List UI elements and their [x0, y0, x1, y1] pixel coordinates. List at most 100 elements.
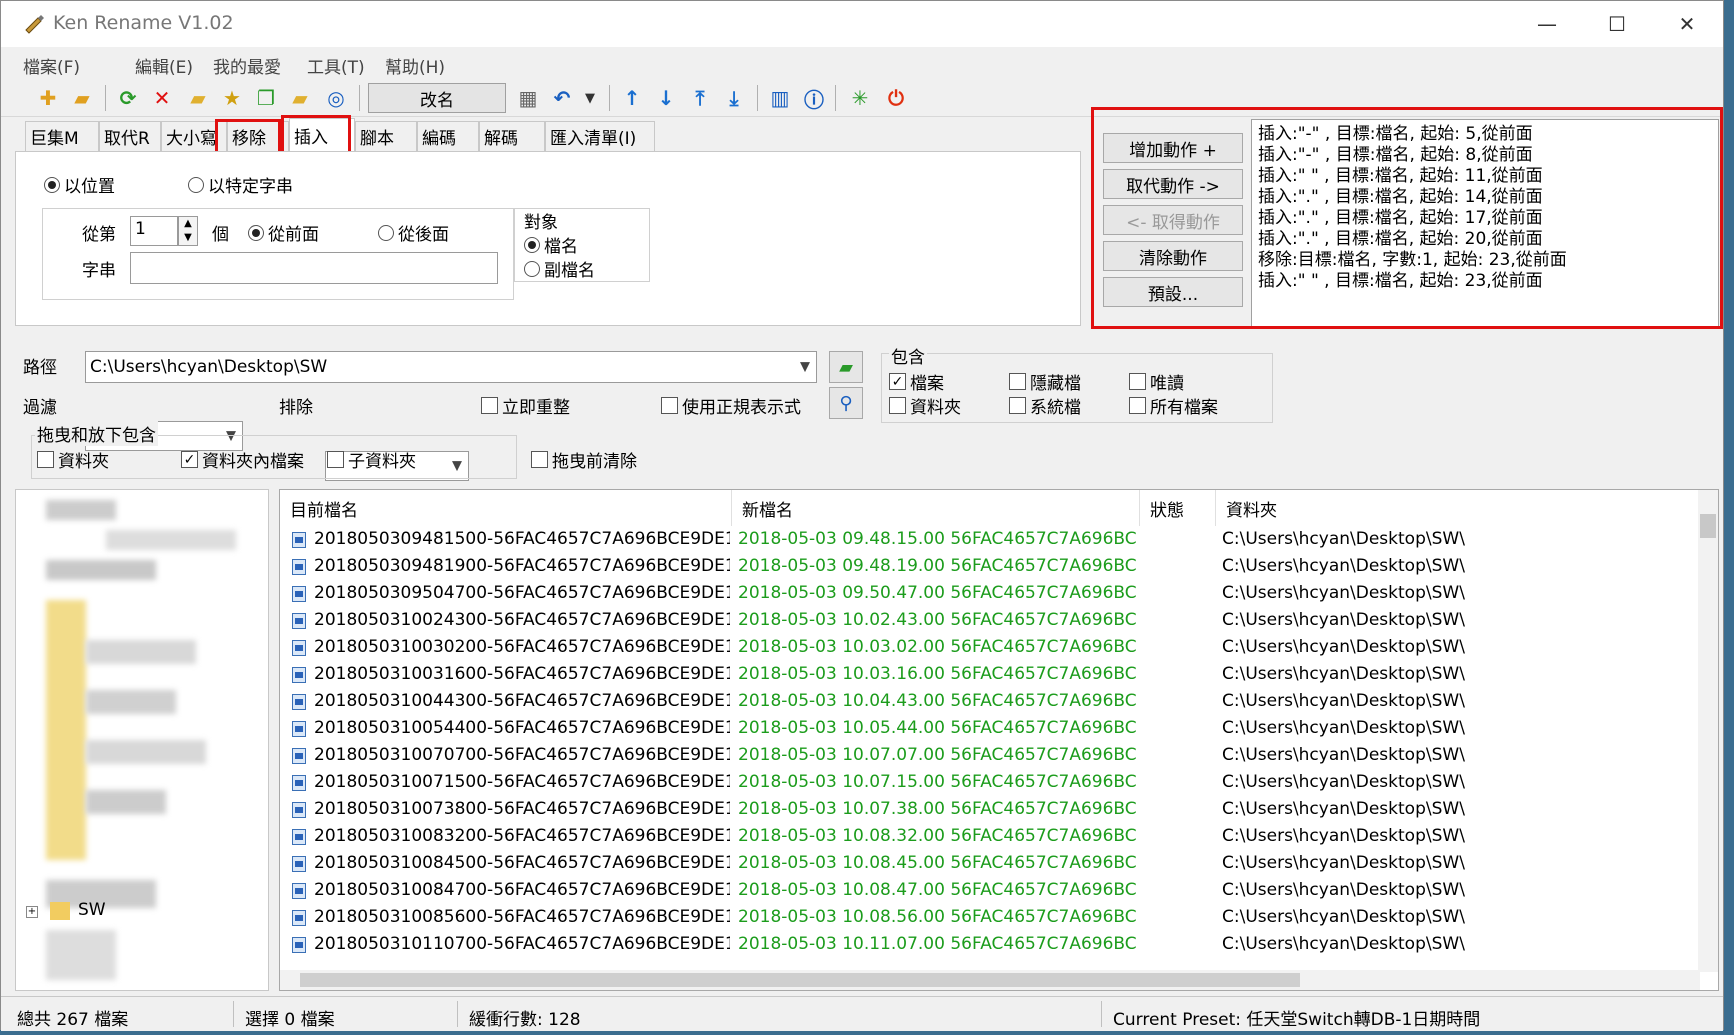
- tab-decode[interactable]: 解碼: [479, 121, 545, 151]
- table-row[interactable]: 2018050310031600-56FAC4657C7A696BCE9DE14…: [280, 661, 1700, 688]
- info-icon[interactable]: ⓘ: [801, 85, 827, 112]
- minimize-button[interactable]: —: [1512, 1, 1582, 47]
- include-system-checkbox[interactable]: 系統檔: [1009, 393, 1081, 418]
- table-row[interactable]: 2018050310085600-56FAC4657C7A696BCE9DE14…: [280, 904, 1700, 931]
- action-item[interactable]: 移除:目標:檔名, 字數:1, 起始: 23,從前面: [1258, 250, 1712, 271]
- action-item[interactable]: 插入:"." , 目標:檔名, 起始: 14,從前面: [1258, 187, 1712, 208]
- dragdrop-files-in-folder-checkbox[interactable]: ✓ 資料夾內檔案: [181, 447, 304, 472]
- include-files-checkbox[interactable]: ✓ 檔案: [889, 369, 944, 394]
- radio-target-extension[interactable]: 副檔名: [524, 256, 595, 281]
- menu-favorites[interactable]: 我的最愛: [213, 53, 281, 78]
- table-row[interactable]: 2018050310073800-56FAC4657C7A696BCE9DE14…: [280, 796, 1700, 823]
- close-button[interactable]: ✕: [1652, 1, 1722, 47]
- move-top-icon[interactable]: ⤒: [687, 85, 713, 111]
- browse-folder-icon[interactable]: ▰: [829, 351, 863, 383]
- table-row[interactable]: 2018050310054400-56FAC4657C7A696BCE9DE14…: [280, 715, 1700, 742]
- favorite-star-icon[interactable]: ★: [219, 85, 245, 111]
- action-item[interactable]: 插入:" " , 目標:檔名, 起始: 11,從前面: [1258, 166, 1712, 187]
- dragdrop-folder-checkbox[interactable]: 資料夾: [37, 447, 109, 472]
- radio-by-position[interactable]: 以位置: [44, 172, 115, 197]
- menu-edit[interactable]: 編輯(E): [135, 53, 193, 78]
- move-up-icon[interactable]: ↑: [619, 85, 645, 111]
- tab-remove[interactable]: 移除: [227, 121, 289, 151]
- table-row[interactable]: 2018050310084500-56FAC4657C7A696BCE9DE14…: [280, 850, 1700, 877]
- table-row[interactable]: 2018050310083200-56FAC4657C7A696BCE9DE14…: [280, 823, 1700, 850]
- column-header-status[interactable]: 狀態: [1140, 490, 1216, 526]
- get-action-button[interactable]: <- 取得動作: [1103, 205, 1243, 235]
- clear-actions-button[interactable]: 清除動作: [1103, 241, 1243, 271]
- scroll-thumb[interactable]: [1700, 514, 1716, 538]
- action-item[interactable]: 插入:"-" , 目標:檔名, 起始: 5,從前面: [1258, 124, 1712, 145]
- menu-file[interactable]: 檔案(F): [23, 53, 80, 78]
- dragdrop-subfolder-checkbox[interactable]: 子資料夾: [327, 447, 416, 472]
- radio-target-filename[interactable]: 檔名: [524, 232, 578, 257]
- table-row[interactable]: 2018050310084700-56FAC4657C7A696BCE9DE14…: [280, 877, 1700, 904]
- action-item[interactable]: 插入:" " , 目標:檔名, 起始: 23,從前面: [1258, 271, 1712, 292]
- columns-icon[interactable]: ▥: [767, 85, 793, 111]
- column-header-folder[interactable]: 資料夾: [1216, 490, 1700, 526]
- vertical-scrollbar[interactable]: [1698, 490, 1718, 972]
- tab-replace[interactable]: 取代R: [99, 121, 161, 151]
- table-row[interactable]: 2018050310024300-56FAC4657C7A696BCE9DE14…: [280, 607, 1700, 634]
- action-list[interactable]: 插入:"-" , 目標:檔名, 起始: 5,從前面 插入:"-" , 目標:檔名…: [1251, 119, 1719, 327]
- rename-button[interactable]: 改名: [368, 83, 506, 113]
- delete-icon[interactable]: ✕: [149, 85, 175, 111]
- power-icon[interactable]: ⏻: [883, 85, 909, 111]
- radio-from-front[interactable]: 從前面: [248, 220, 319, 245]
- folder-tree[interactable]: + SW: [15, 489, 269, 991]
- action-item[interactable]: 插入:"." , 目標:檔名, 起始: 20,從前面: [1258, 229, 1712, 250]
- string-input[interactable]: [130, 252, 498, 284]
- tab-import-list[interactable]: 匯入清單(I): [545, 121, 655, 151]
- action-item[interactable]: 插入:"-" , 目標:檔名, 起始: 8,從前面: [1258, 145, 1712, 166]
- table-row[interactable]: 2018050310071500-56FAC4657C7A696BCE9DE14…: [280, 769, 1700, 796]
- include-folders-checkbox[interactable]: 資料夾: [889, 393, 961, 418]
- radio-by-string[interactable]: 以特定字串: [188, 172, 293, 197]
- random-icon[interactable]: ✳: [847, 85, 873, 111]
- table-row[interactable]: 2018050309481500-56FAC4657C7A696BCE9DE14…: [280, 526, 1700, 553]
- folder-open-icon[interactable]: ▰: [287, 85, 313, 111]
- title-bar[interactable]: Ken Rename V1.02 — ☐ ✕: [1, 1, 1723, 47]
- move-bottom-icon[interactable]: ⤓: [721, 85, 747, 111]
- new-icon[interactable]: ✚: [35, 85, 61, 111]
- tab-encode[interactable]: 編碼: [417, 121, 479, 151]
- search-icon[interactable]: ⚲: [829, 387, 863, 419]
- path-combo[interactable]: C:\Users\hcyan\Desktop\SW ▼: [85, 351, 817, 383]
- open-folder-icon[interactable]: ▰: [69, 85, 95, 111]
- folder-icon[interactable]: ▰: [185, 85, 211, 111]
- position-input[interactable]: 1: [130, 216, 178, 246]
- scroll-thumb[interactable]: [300, 973, 1300, 987]
- column-header-new[interactable]: 新檔名: [732, 490, 1140, 526]
- menu-tools[interactable]: 工具(T): [307, 53, 365, 78]
- position-spinner[interactable]: ▲ ▼: [178, 216, 198, 246]
- table-row[interactable]: 2018050310044300-56FAC4657C7A696BCE9DE14…: [280, 688, 1700, 715]
- table-row[interactable]: 2018050310070700-56FAC4657C7A696BCE9DE14…: [280, 742, 1700, 769]
- use-regex-checkbox[interactable]: 使用正規表示式: [661, 393, 801, 418]
- instant-refresh-checkbox[interactable]: 立即重整: [481, 393, 570, 418]
- action-item[interactable]: 插入:"." , 目標:檔名, 起始: 17,從前面: [1258, 208, 1712, 229]
- document-refresh-icon[interactable]: ❐: [253, 85, 279, 111]
- column-header-current[interactable]: 目前檔名: [280, 490, 732, 526]
- tab-insert[interactable]: 插入: [289, 118, 355, 151]
- table-row[interactable]: 2018050310030200-56FAC4657C7A696BCE9DE14…: [280, 634, 1700, 661]
- tree-item-sw[interactable]: SW: [78, 900, 106, 920]
- preset-button[interactable]: 預設...: [1103, 277, 1243, 307]
- table-row[interactable]: 2018050309504700-56FAC4657C7A696BCE9DE14…: [280, 580, 1700, 607]
- menu-help[interactable]: 幫助(H): [385, 53, 445, 78]
- table-row[interactable]: 2018050309481900-56FAC4657C7A696BCE9DE14…: [280, 553, 1700, 580]
- refresh-icon[interactable]: ⟳: [115, 85, 141, 111]
- replace-action-button[interactable]: 取代動作 ->: [1103, 169, 1243, 199]
- radio-from-back[interactable]: 從後面: [378, 220, 449, 245]
- maximize-button[interactable]: ☐: [1582, 1, 1652, 47]
- add-action-button[interactable]: 增加動作 +: [1103, 133, 1243, 163]
- include-all-files-checkbox[interactable]: 所有檔案: [1129, 393, 1218, 418]
- move-down-icon[interactable]: ↓: [653, 85, 679, 111]
- tab-script[interactable]: 腳本: [355, 121, 417, 151]
- include-hidden-checkbox[interactable]: 隱藏檔: [1009, 369, 1081, 394]
- include-readonly-checkbox[interactable]: 唯讀: [1129, 369, 1184, 394]
- clear-before-drag-checkbox[interactable]: 拖曳前清除: [531, 447, 637, 472]
- tab-case[interactable]: 大小寫: [161, 121, 227, 151]
- tree-expand-toggle[interactable]: +: [26, 906, 38, 918]
- undo-icon[interactable]: ↶: [549, 85, 575, 111]
- table-row[interactable]: 2018050310110700-56FAC4657C7A696BCE9DE14…: [280, 931, 1700, 958]
- target-icon[interactable]: ◎: [323, 85, 349, 111]
